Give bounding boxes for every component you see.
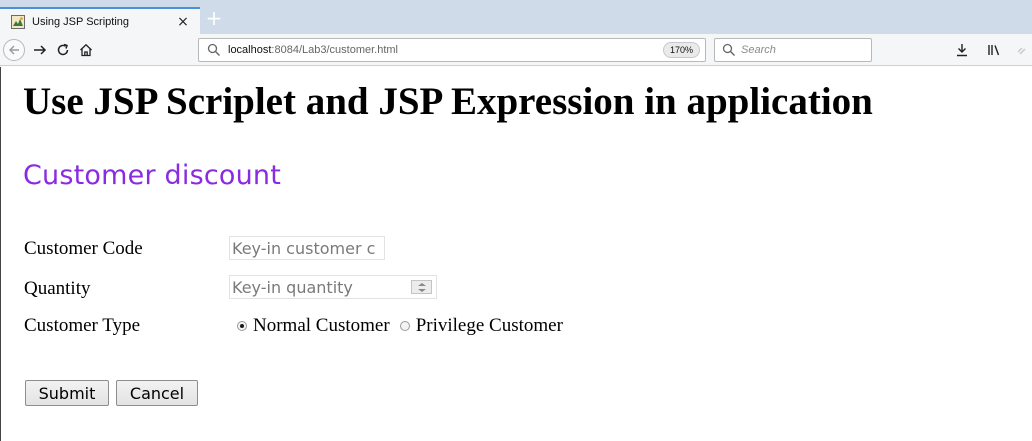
- library-icon: [988, 45, 1000, 56]
- page-content: Use JSP Scriplet and JSP Expression in a…: [0, 67, 1032, 441]
- address-bar[interactable]: localhost:8084/Lab3/customer.html 170%: [198, 38, 706, 62]
- radio-selected-dot: [240, 324, 244, 328]
- reload-icon: [57, 43, 69, 56]
- customer-code-label: Customer Code: [24, 238, 143, 259]
- submit-button[interactable]: Submit: [25, 380, 109, 406]
- radio-privilege-customer-label[interactable]: Privilege Customer: [416, 315, 563, 337]
- customer-type-label: Customer Type: [24, 315, 141, 336]
- sidebar-icon: [1017, 47, 1026, 55]
- radio-normal-customer-label[interactable]: Normal Customer: [253, 315, 390, 337]
- tab-close-icon[interactable]: ×: [176, 14, 190, 30]
- url-text[interactable]: localhost:8084/Lab3/customer.html: [228, 44, 663, 56]
- navigation-toolbar: localhost:8084/Lab3/customer.html 170%: [0, 34, 1032, 66]
- search-input[interactable]: [741, 44, 871, 56]
- download-icon: [957, 44, 967, 57]
- new-tab-button[interactable]: +: [203, 6, 225, 30]
- page-favicon-icon: [11, 14, 25, 29]
- arrow-left-icon: [9, 45, 19, 55]
- page-heading: Use JSP Scriplet and JSP Expression in a…: [23, 80, 873, 123]
- radio-privilege-customer[interactable]: [399, 321, 410, 331]
- quantity-stepper[interactable]: [229, 275, 437, 299]
- url-host: localhost: [228, 44, 272, 56]
- search-icon: [722, 43, 735, 56]
- home-button[interactable]: [76, 40, 96, 60]
- forward-button[interactable]: [30, 40, 50, 60]
- arrow-right-icon: [34, 45, 47, 55]
- quantity-label: Quantity: [24, 278, 91, 299]
- quantity-input[interactable]: [230, 276, 405, 298]
- url-path: :8084/Lab3/customer.html: [271, 44, 398, 56]
- tab-strip: Using JSP Scripting × +: [0, 0, 1032, 34]
- search-bar[interactable]: [714, 38, 872, 62]
- customer-code-input[interactable]: [229, 236, 385, 260]
- tab-title: Using JSP Scripting: [32, 15, 130, 28]
- sidebar-button[interactable]: [1014, 42, 1032, 58]
- downloads-button[interactable]: [953, 42, 971, 58]
- search-icon: [207, 43, 220, 56]
- reload-button[interactable]: [53, 40, 73, 60]
- radio-normal-customer[interactable]: [237, 321, 247, 331]
- spinner-up-icon[interactable]: [418, 283, 426, 286]
- page-subheading: Customer discount: [23, 160, 282, 191]
- library-button[interactable]: [985, 42, 1003, 58]
- home-icon: [80, 43, 92, 57]
- customer-type-radio-group: Normal Customer Privilege Customer: [237, 315, 573, 337]
- back-button[interactable]: [3, 39, 25, 61]
- tab-active[interactable]: Using JSP Scripting ×: [0, 7, 200, 34]
- quantity-spinner-icon[interactable]: [411, 280, 432, 294]
- spinner-down-icon[interactable]: [418, 289, 426, 292]
- zoom-indicator[interactable]: 170%: [662, 42, 700, 58]
- cancel-button[interactable]: Cancel: [116, 380, 198, 406]
